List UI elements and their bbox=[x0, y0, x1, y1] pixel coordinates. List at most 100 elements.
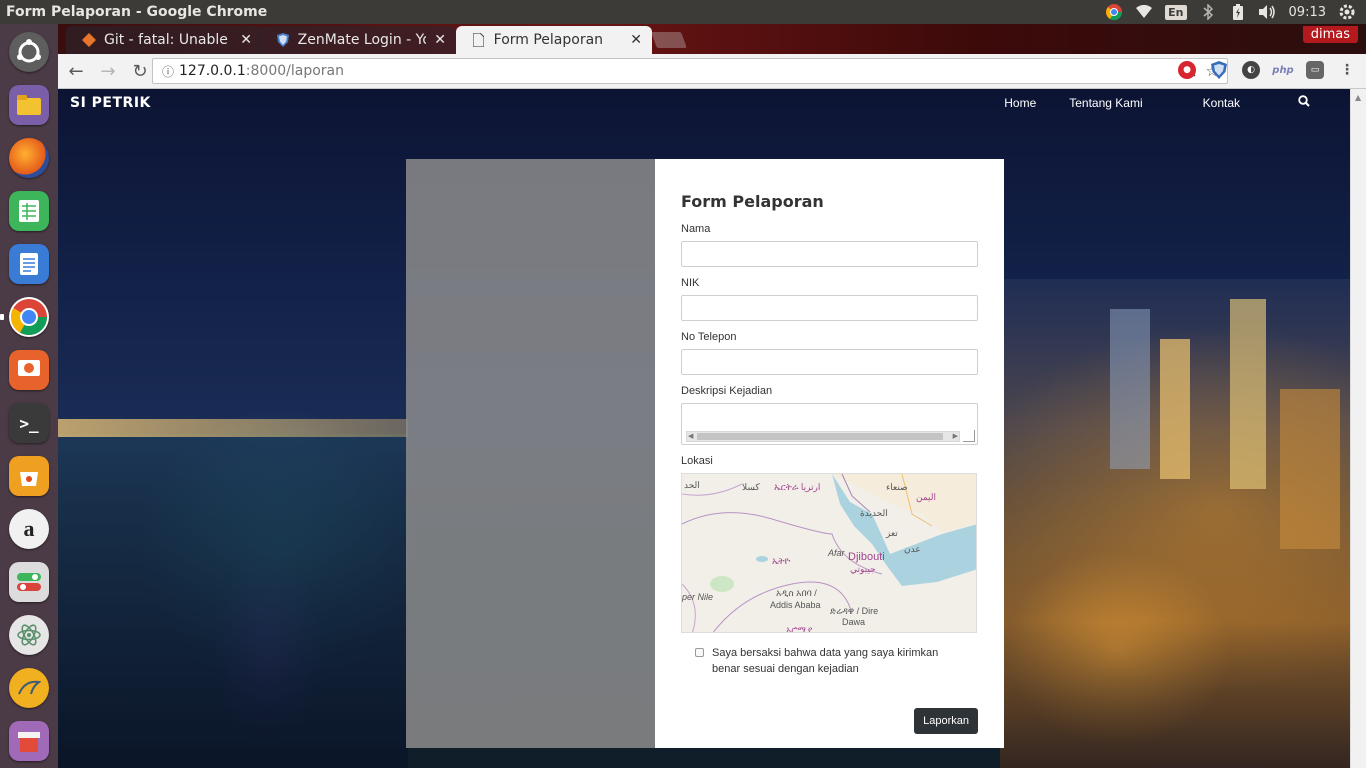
nav-kontak[interactable]: Kontak bbox=[1203, 96, 1240, 110]
adblock-icon[interactable]: ● bbox=[1178, 61, 1196, 79]
address-bar[interactable]: ⓘ 127.0.0.1 :8000/laporan ☆ bbox=[152, 58, 1228, 84]
launcher-terminal[interactable]: >_ bbox=[9, 400, 49, 446]
launcher-atom[interactable] bbox=[9, 612, 49, 658]
consent-row: Saya bersaksi bahwa data yang saya kirim… bbox=[681, 645, 978, 677]
background-skyline bbox=[1000, 279, 1350, 768]
nama-input[interactable] bbox=[681, 241, 978, 267]
web-page: SI PETRIK Home Tentang Kami Kontak Form … bbox=[58, 89, 1350, 768]
volume-icon[interactable] bbox=[1258, 3, 1277, 21]
software-center-icon bbox=[9, 456, 49, 496]
zenmate-shield-icon[interactable] bbox=[1210, 61, 1228, 79]
clock[interactable]: 09:13 bbox=[1289, 5, 1326, 20]
scroll-up-icon[interactable]: ▲ bbox=[1355, 93, 1361, 102]
launcher-impress[interactable] bbox=[9, 347, 49, 393]
bluetooth-icon[interactable] bbox=[1199, 3, 1217, 21]
launcher-settings[interactable] bbox=[9, 559, 49, 605]
map-label: ኦሮሚያ bbox=[786, 625, 813, 633]
lokasi-label: Lokasi bbox=[681, 455, 713, 467]
scroll-right-icon[interactable]: ▶ bbox=[953, 432, 958, 440]
location-map[interactable]: الحد كسلا ኤርትራ ارتريا صنعاء اليمن الحديد… bbox=[681, 473, 977, 633]
menu-icon[interactable]: ⋮ bbox=[1338, 61, 1356, 79]
os-top-panel: Form Pelaporan - Google Chrome En 09:13 bbox=[0, 0, 1366, 24]
launcher-more[interactable] bbox=[9, 718, 49, 764]
close-icon[interactable]: ✕ bbox=[630, 32, 642, 48]
keyboard-language-indicator[interactable]: En bbox=[1165, 4, 1187, 20]
ghostery-icon[interactable]: ◐ bbox=[1242, 61, 1260, 79]
background-river bbox=[58, 434, 408, 768]
search-icon[interactable] bbox=[1298, 95, 1310, 111]
map-label: per Nile bbox=[682, 592, 714, 602]
launcher-software[interactable] bbox=[9, 453, 49, 499]
battery-icon[interactable] bbox=[1229, 3, 1247, 21]
git-icon bbox=[82, 33, 96, 47]
textarea-scrollbar[interactable]: ◀ ▶ bbox=[686, 431, 960, 442]
launcher-amazon[interactable]: a bbox=[9, 506, 49, 552]
launcher-writer[interactable] bbox=[9, 241, 49, 287]
map-label: كسلا bbox=[742, 482, 760, 492]
map-label: اليمن bbox=[916, 492, 937, 502]
launcher-chrome[interactable] bbox=[0, 294, 49, 340]
tab-zenmate[interactable]: ZenMate Login - Yo ✕ bbox=[260, 26, 456, 54]
submit-button[interactable]: Laporkan bbox=[914, 708, 978, 734]
chrome-tray-icon[interactable] bbox=[1105, 3, 1123, 21]
reload-button[interactable]: ↻ bbox=[126, 57, 154, 85]
map-label: Djibouti bbox=[848, 551, 885, 563]
page-scrollbar[interactable]: ▲ bbox=[1350, 89, 1366, 768]
scroll-left-icon[interactable]: ◀ bbox=[688, 432, 693, 440]
close-icon[interactable]: ✕ bbox=[240, 32, 252, 48]
map-label: ኤርትራ ارتريا bbox=[774, 482, 821, 492]
wifi-icon[interactable] bbox=[1135, 3, 1153, 21]
folder-icon bbox=[9, 85, 49, 125]
telepon-input[interactable] bbox=[681, 349, 978, 375]
site-navbar: SI PETRIK Home Tentang Kami Kontak bbox=[58, 89, 1350, 117]
launcher-firefox[interactable] bbox=[9, 135, 49, 181]
document-icon bbox=[472, 33, 486, 47]
new-tab-button[interactable] bbox=[651, 32, 687, 48]
nama-label: Nama bbox=[681, 223, 711, 235]
info-icon[interactable]: ⓘ bbox=[157, 63, 179, 80]
map-label: Afar bbox=[828, 548, 845, 558]
site-brand[interactable]: SI PETRIK bbox=[70, 95, 151, 111]
back-button[interactable]: ← bbox=[62, 57, 90, 85]
tab-label: ZenMate Login - Yo bbox=[297, 32, 427, 48]
launcher-mysql[interactable] bbox=[9, 665, 49, 711]
consent-checkbox[interactable] bbox=[695, 648, 704, 657]
tab-form-pelaporan[interactable]: Form Pelaporan ✕ bbox=[456, 26, 652, 54]
nav-tentang-kami[interactable]: Tentang Kami bbox=[1069, 96, 1142, 110]
resize-handle[interactable] bbox=[963, 430, 975, 442]
deskripsi-textarea[interactable]: ◀ ▶ bbox=[681, 403, 978, 445]
nav-home[interactable]: Home bbox=[1004, 96, 1036, 110]
atom-icon bbox=[9, 615, 49, 655]
unity-launcher: >_ a bbox=[0, 24, 58, 768]
reload-icon: ↻ bbox=[132, 60, 148, 82]
chat-icon[interactable]: ▭ bbox=[1306, 61, 1324, 79]
amazon-icon: a bbox=[9, 509, 49, 549]
map-label: ድሬዳዋ / Dire bbox=[830, 606, 879, 616]
card-image-panel bbox=[406, 159, 655, 748]
url-host: 127.0.0.1 bbox=[179, 63, 246, 79]
launcher-calc[interactable] bbox=[9, 188, 49, 234]
deskripsi-label: Deskripsi Kejadian bbox=[681, 385, 773, 397]
map-label: تعز bbox=[886, 528, 898, 538]
gear-icon[interactable] bbox=[1338, 3, 1356, 21]
nik-label: NIK bbox=[681, 277, 700, 289]
launcher-dash[interactable] bbox=[9, 29, 49, 75]
profile-button[interactable]: dimas bbox=[1302, 26, 1358, 43]
php-icon[interactable]: php bbox=[1272, 61, 1293, 79]
scrollbar-thumb[interactable] bbox=[697, 433, 943, 440]
forward-button[interactable]: → bbox=[94, 57, 122, 85]
nik-input[interactable] bbox=[681, 295, 978, 321]
map-label: Addis Ababa bbox=[770, 600, 821, 610]
map-label: አዲስ አበባ / bbox=[776, 588, 817, 598]
close-icon[interactable]: ✕ bbox=[434, 32, 446, 48]
presentation-icon bbox=[9, 350, 49, 390]
firefox-icon bbox=[9, 138, 49, 178]
report-card: Form Pelaporan Nama NIK No Telepon Deskr… bbox=[406, 159, 1004, 748]
url-path: :8000/laporan bbox=[245, 63, 344, 79]
map-label: الحد bbox=[684, 480, 700, 490]
browser-toolbar: ← → ↻ ⓘ 127.0.0.1 :8000/laporan ☆ ● ◐ ph… bbox=[58, 54, 1366, 89]
tab-git[interactable]: Git - fatal: Unable to ✕ bbox=[66, 26, 262, 54]
nav-links: Home Tentang Kami Kontak bbox=[1004, 96, 1240, 110]
arrow-right-icon: → bbox=[100, 60, 116, 82]
launcher-files[interactable] bbox=[9, 82, 49, 128]
